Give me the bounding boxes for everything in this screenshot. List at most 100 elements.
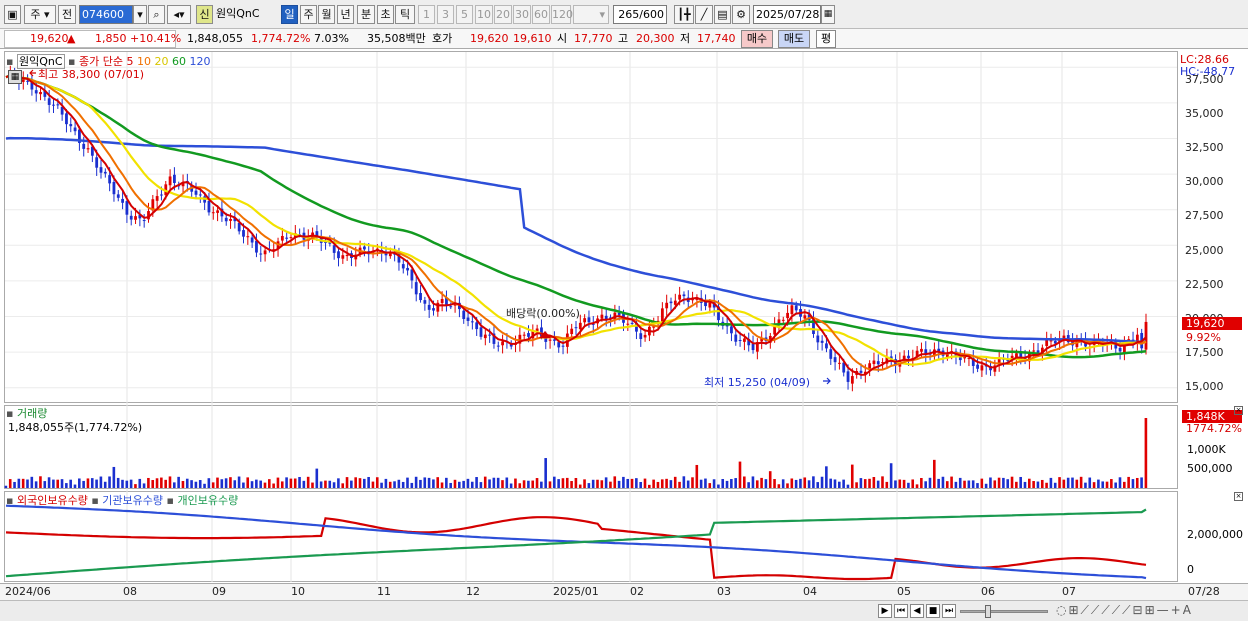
candle-body <box>475 322 479 330</box>
volume-bar <box>630 478 634 488</box>
candle-body <box>980 365 984 371</box>
chart-svg[interactable] <box>0 0 1248 621</box>
volume-bar <box>86 478 90 488</box>
zoom-slider-handle[interactable] <box>985 605 991 618</box>
volume-bar <box>280 481 284 488</box>
candle-body <box>69 124 73 127</box>
scroll-first-icon[interactable]: ⏮ <box>894 604 908 618</box>
volume-bar <box>773 479 776 488</box>
candle-body <box>289 237 293 239</box>
volume-bar <box>1140 477 1143 488</box>
last-price-tag: 19,620 <box>1182 317 1242 330</box>
volume-bar <box>151 480 155 488</box>
scroll-right-icon[interactable]: ▶ <box>878 604 892 618</box>
volume-bar <box>1002 477 1005 488</box>
volume-bar <box>406 477 409 488</box>
volume-bar <box>479 482 483 488</box>
zoom-slider[interactable] <box>960 610 1048 613</box>
candle-body <box>570 328 574 335</box>
volume-bar <box>173 482 176 488</box>
last-volume-pct: 1774.72% <box>1186 422 1242 435</box>
candle-body <box>466 317 470 321</box>
candle-body <box>216 210 219 213</box>
candle-body <box>73 127 77 132</box>
volume-bar <box>863 479 867 488</box>
volume-bar <box>565 477 569 488</box>
candle-body <box>600 314 604 319</box>
volume-bar <box>535 478 539 488</box>
candle-body <box>907 355 910 359</box>
volume-bar <box>1071 477 1074 488</box>
volume-bar <box>103 481 107 488</box>
volume-bar <box>21 478 25 488</box>
candle-body <box>121 198 124 203</box>
volume-bar <box>306 476 310 488</box>
volume-bar <box>1114 482 1117 488</box>
candle-body <box>242 230 245 237</box>
volume-bar <box>885 481 889 488</box>
pane-close-icon[interactable]: × <box>1234 406 1243 415</box>
volume-bar <box>803 477 807 488</box>
candle-body <box>578 322 582 330</box>
volume-bar <box>894 480 897 488</box>
volume-bar <box>211 482 215 488</box>
volume-bar <box>220 479 224 488</box>
grid-toggle-icon[interactable]: ▦ <box>8 70 22 84</box>
candle-body <box>786 312 789 319</box>
candle-body <box>129 215 133 220</box>
volume-bar <box>613 476 617 488</box>
volume-bar <box>1058 477 1061 488</box>
candle-body <box>419 292 422 301</box>
candle-body <box>345 254 349 257</box>
volume-bar <box>876 480 880 488</box>
volume-bar <box>246 477 250 488</box>
volume-bar <box>302 480 306 488</box>
candle-body <box>34 90 38 94</box>
volume-bar <box>846 484 850 488</box>
scroll-back-icon[interactable]: ◀ <box>910 604 924 618</box>
xtick: 08 <box>123 585 137 598</box>
volume-bar <box>17 478 21 488</box>
scroll-last-icon[interactable]: ⏭ <box>942 604 956 618</box>
volume-bar <box>812 476 815 488</box>
ma60-legend: 60 <box>171 55 186 68</box>
volume-bar <box>1006 479 1010 488</box>
xtick: 07 <box>1062 585 1076 598</box>
volume-bar <box>69 479 72 488</box>
max-arrow-icon <box>29 69 36 77</box>
volume-bar <box>781 479 785 488</box>
candle-body <box>803 315 807 319</box>
volume-bar <box>237 476 241 488</box>
candle-body <box>414 282 418 295</box>
volume-bar <box>272 483 275 488</box>
volume-bar <box>639 482 642 488</box>
candle-body <box>250 237 254 243</box>
candle-body <box>255 240 258 253</box>
volume-bar <box>760 477 763 488</box>
volume-bar <box>643 478 647 488</box>
candle-body <box>738 340 742 342</box>
volume-bar <box>963 480 966 488</box>
volume-bar <box>319 481 323 488</box>
stop-icon[interactable]: ■ <box>926 604 940 618</box>
volume-bar <box>816 482 820 488</box>
volume-bar <box>401 481 405 488</box>
pane-close-icon[interactable]: × <box>1234 492 1243 501</box>
candle-body <box>47 98 51 105</box>
volume-bar <box>414 476 418 488</box>
tool-icons[interactable]: ◌⊞⟋⟋⟋⟋⟋⊟⊞—+A <box>1056 603 1193 618</box>
candle-body <box>173 174 176 183</box>
volume-summary: 1,848,055주(1,774.72%) <box>8 421 143 434</box>
candle-body <box>872 360 876 365</box>
volume-bar <box>155 478 159 488</box>
volume-bar <box>65 483 68 488</box>
volume-bar <box>1028 478 1031 488</box>
xtick: 2025/01 <box>553 585 599 598</box>
volume-bar <box>216 477 219 488</box>
volume-bar <box>393 481 396 488</box>
candle-body <box>794 305 798 311</box>
candle-body <box>470 321 474 323</box>
candle-body <box>825 343 828 349</box>
candle-body <box>82 143 86 149</box>
candle-body <box>462 310 466 320</box>
